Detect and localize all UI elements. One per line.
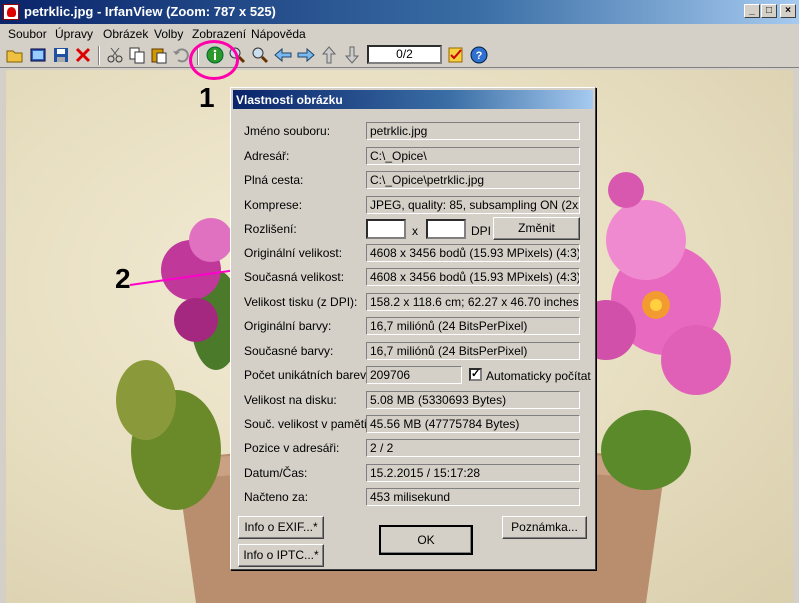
leaf: [116, 360, 176, 440]
svg-text:?: ?: [476, 50, 483, 62]
value-unique-colors: 209706: [366, 366, 462, 384]
menu-obrazek[interactable]: Obrázek: [103, 27, 148, 41]
undo-icon[interactable]: [172, 46, 190, 64]
ok-button[interactable]: OK: [379, 525, 473, 555]
slideshow-icon[interactable]: [29, 46, 47, 64]
toolbar: 0/2 ?: [0, 43, 799, 68]
label-directory: Adresář:: [244, 149, 290, 163]
value-load-time: 453 milisekund: [366, 488, 580, 506]
note-button[interactable]: Poznámka...: [502, 516, 587, 539]
value-file-name: petrklic.jpg: [366, 122, 580, 140]
window-title: petrklic.jpg - IrfanView (Zoom: 787 x 52…: [24, 4, 276, 19]
annotation-label-1: 1: [199, 82, 215, 113]
copy-icon[interactable]: [128, 46, 146, 64]
label-original-colors: Originální barvy:: [244, 319, 332, 333]
label-dir-position: Pozice v adresáři:: [244, 441, 340, 455]
label-full-path: Plná cesta:: [244, 173, 304, 187]
resolution-x-input[interactable]: [366, 219, 406, 239]
menu-napoveda[interactable]: Nápověda: [251, 27, 306, 41]
label-disk-size: Velikost na disku:: [244, 393, 337, 407]
value-memory-size: 45.56 MB (47775784 Bytes): [366, 415, 580, 433]
resolution-x-separator: x: [412, 224, 418, 238]
paste-icon[interactable]: [150, 46, 168, 64]
toolbar-separator: [98, 46, 100, 65]
next-arrow-icon[interactable]: [297, 46, 315, 64]
annotation-circle: [189, 40, 239, 80]
value-current-colors: 16,7 miliónů (24 BitsPerPixel): [366, 342, 580, 360]
label-current-colors: Současné barvy:: [244, 344, 334, 358]
label-file-name: Jméno souboru:: [244, 124, 331, 138]
value-current-size: 4608 x 3456 bodů (15.93 MPixels) (4:3): [366, 268, 580, 286]
value-disk-size: 5.08 MB (5330693 Bytes): [366, 391, 580, 409]
label-datetime: Datum/Čas:: [244, 466, 308, 480]
menu-upravy[interactable]: Úpravy: [55, 27, 93, 41]
iptc-info-button[interactable]: Info o IPTC...*: [238, 544, 324, 567]
leaf: [601, 410, 691, 490]
flower: [174, 298, 218, 342]
label-resolution: Rozlišení:: [244, 222, 297, 236]
flower-center: [650, 299, 662, 311]
previous-arrow-icon[interactable]: [274, 46, 292, 64]
change-resolution-button[interactable]: Změnit: [493, 217, 580, 240]
flower: [661, 325, 731, 395]
exif-info-button[interactable]: Info o EXIF...*: [238, 516, 324, 539]
resolution-unit: DPI: [471, 224, 492, 238]
flower: [608, 172, 644, 208]
value-full-path: C:\_Opice\petrklic.jpg: [366, 171, 580, 189]
menu-volby[interactable]: Volby: [154, 27, 183, 41]
image-properties-dialog: Vlastnosti obrázku Jméno souboru: petrkl…: [230, 87, 596, 570]
irfanview-app-icon[interactable]: [3, 4, 19, 20]
properties-checklist-icon[interactable]: [447, 46, 465, 64]
delete-icon[interactable]: [74, 46, 92, 64]
menu-zobrazeni[interactable]: Zobrazení: [192, 27, 246, 41]
label-print-size: Velikost tisku (z DPI):: [244, 295, 358, 309]
label-current-size: Současná velikost:: [244, 270, 345, 284]
menu-bar: Soubor Úpravy Obrázek Volby Zobrazení Ná…: [0, 24, 799, 43]
resolution-y-input[interactable]: [426, 219, 466, 239]
label-memory-size: Souč. velikost v paměti:: [244, 417, 371, 431]
minimize-button[interactable]: _: [744, 4, 760, 18]
open-folder-icon[interactable]: [6, 46, 24, 64]
value-print-size: 158.2 x 118.6 cm; 62.27 x 46.70 inches: [366, 293, 580, 311]
auto-count-label[interactable]: Automaticky počítat: [486, 369, 591, 383]
save-icon[interactable]: [52, 46, 70, 64]
zoom-out-icon[interactable]: [251, 46, 269, 64]
value-dir-position: 2 / 2: [366, 439, 580, 457]
label-unique-colors: Počet unikátních barev:: [244, 368, 370, 382]
value-original-colors: 16,7 miliónů (24 BitsPerPixel): [366, 317, 580, 335]
auto-count-checkbox[interactable]: ✓: [469, 368, 482, 381]
dialog-title: Vlastnosti obrázku: [233, 90, 593, 109]
menu-soubor[interactable]: Soubor: [8, 27, 47, 41]
help-icon[interactable]: ?: [470, 46, 488, 64]
flower: [606, 200, 686, 280]
label-load-time: Načteno za:: [244, 490, 309, 504]
cut-icon[interactable]: [106, 46, 124, 64]
value-directory: C:\_Opice\: [366, 147, 580, 165]
up-arrow-icon[interactable]: [320, 46, 338, 64]
title-bar: petrklic.jpg - IrfanView (Zoom: 787 x 52…: [0, 0, 799, 24]
value-datetime: 15.2.2015 / 15:17:28: [366, 464, 580, 482]
close-button[interactable]: ×: [780, 4, 796, 18]
label-compression: Komprese:: [244, 198, 303, 212]
page-indicator: 0/2: [367, 45, 442, 64]
label-original-size: Originální velikost:: [244, 246, 343, 260]
value-original-size: 4608 x 3456 bodů (15.93 MPixels) (4:3): [366, 244, 580, 262]
value-compression: JPEG, quality: 85, subsampling ON (2x2): [366, 196, 580, 214]
down-arrow-icon[interactable]: [343, 46, 361, 64]
maximize-button[interactable]: □: [761, 4, 777, 18]
